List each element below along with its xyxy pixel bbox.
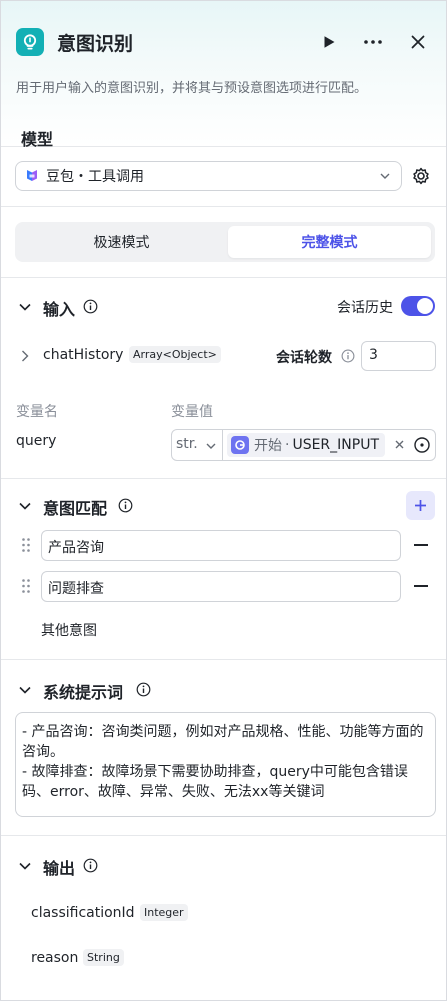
chevron-down-icon[interactable] bbox=[18, 499, 32, 513]
other-intent-label: 其他意图 bbox=[41, 623, 97, 639]
node-icon bbox=[16, 28, 44, 56]
panel-header: 意图识别 用于用户输入的意图识别，并将其与预设意图选项进行匹配。 bbox=[1, 1, 446, 147]
full-mode-tab[interactable]: 完整模式 bbox=[228, 226, 431, 258]
model-label: 豆包・工具调用 bbox=[46, 169, 144, 185]
model-section-title: 模型 bbox=[21, 130, 54, 149]
output-section-title: 输出 bbox=[43, 859, 76, 878]
chat-history-name: chatHistory bbox=[43, 347, 124, 363]
intent-input[interactable]: 产品咨询 bbox=[41, 530, 401, 561]
play-icon bbox=[324, 36, 335, 48]
intent-input[interactable]: 问题排查 bbox=[41, 571, 401, 602]
mode-toggle: 极速模式 完整模式 bbox=[15, 222, 435, 262]
add-intent-button[interactable] bbox=[406, 491, 435, 520]
info-icon[interactable] bbox=[118, 498, 133, 513]
intents-section-title: 意图匹配 bbox=[43, 499, 108, 518]
intent-value: 问题排查 bbox=[48, 581, 104, 597]
chevron-right-icon[interactable] bbox=[18, 349, 32, 363]
rounds-value: 3 bbox=[369, 347, 378, 363]
history-label: 会话历史 bbox=[337, 300, 393, 316]
chevron-down-icon[interactable] bbox=[18, 300, 32, 314]
run-button[interactable] bbox=[316, 29, 342, 55]
ref-source: 开始 bbox=[254, 438, 282, 454]
chevron-down-icon bbox=[380, 173, 390, 179]
intent-node-panel: 意图识别 用于用户输入的意图识别，并将其与预设意图选项进行匹配。 模型 豆包・工… bbox=[0, 0, 447, 1001]
drag-handle-icon[interactable] bbox=[21, 537, 31, 553]
divider bbox=[1, 659, 446, 660]
output-field-type-badge: Integer bbox=[140, 904, 188, 921]
history-switch[interactable] bbox=[401, 296, 435, 316]
info-icon[interactable] bbox=[83, 858, 98, 873]
remove-intent-button[interactable] bbox=[414, 544, 428, 546]
ref-var: USER_INPUT bbox=[292, 437, 380, 453]
var-name-header: 变量名 bbox=[16, 404, 58, 420]
remove-intent-button[interactable] bbox=[414, 585, 428, 587]
chevron-down-icon[interactable] bbox=[205, 440, 217, 452]
intent-value: 产品咨询 bbox=[48, 540, 104, 556]
prompt-line: - 故障排查：故障场景下需要协助排查，query中可能包含错误码、error、故… bbox=[22, 764, 408, 800]
more-button[interactable] bbox=[360, 29, 386, 55]
chat-history-type-badge: Array<Object> bbox=[129, 346, 221, 363]
divider bbox=[1, 478, 446, 479]
rounds-label: 会话轮数 bbox=[276, 350, 332, 366]
prompt-line: - 产品咨询：咨询类问题，例如对产品规格、性能、功能等方面的咨询。 bbox=[22, 724, 424, 760]
plus-icon bbox=[415, 500, 426, 511]
node-title[interactable]: 意图识别 bbox=[57, 29, 133, 56]
divider bbox=[1, 835, 446, 836]
node-description: 用于用户输入的意图识别，并将其与预设意图选项进行匹配。 bbox=[16, 81, 368, 96]
info-icon[interactable] bbox=[136, 682, 151, 697]
system-prompt-textarea[interactable]: - 产品咨询：咨询类问题，例如对产品规格、性能、功能等方面的咨询。 - 故障排查… bbox=[15, 712, 436, 817]
output-field-type-badge: String bbox=[83, 949, 124, 966]
variable-ref-tag[interactable]: 开始 · USER_INPUT bbox=[227, 433, 386, 457]
var-name: query bbox=[16, 433, 57, 449]
drag-handle-icon[interactable] bbox=[21, 578, 31, 594]
close-icon bbox=[411, 35, 425, 49]
rounds-input[interactable]: 3 bbox=[361, 341, 436, 371]
divider bbox=[222, 430, 223, 460]
info-icon[interactable] bbox=[341, 349, 355, 363]
chevron-down-icon[interactable] bbox=[18, 859, 32, 873]
more-icon bbox=[364, 40, 382, 44]
output-field-name: reason bbox=[31, 950, 79, 966]
info-icon[interactable] bbox=[83, 299, 98, 314]
var-value-header: 变量值 bbox=[171, 404, 213, 420]
close-icon[interactable] bbox=[395, 440, 404, 449]
close-button[interactable] bbox=[405, 29, 431, 55]
lightbulb-icon bbox=[23, 34, 37, 50]
model-logo-icon bbox=[27, 170, 37, 181]
output-field-name: classificationId bbox=[31, 905, 135, 921]
model-select[interactable]: 豆包・工具调用 bbox=[15, 161, 402, 191]
var-type-select[interactable]: str. bbox=[176, 436, 198, 452]
chevron-down-icon[interactable] bbox=[18, 683, 32, 697]
ref-separator: · bbox=[285, 437, 290, 453]
gear-icon[interactable] bbox=[411, 166, 431, 186]
system-prompt-section-title: 系统提示词 bbox=[43, 683, 124, 702]
fast-mode-tab[interactable]: 极速模式 bbox=[20, 226, 223, 258]
target-icon[interactable] bbox=[413, 436, 431, 454]
divider bbox=[1, 277, 446, 278]
divider bbox=[1, 206, 446, 207]
input-section-title: 输入 bbox=[43, 300, 76, 319]
start-node-icon bbox=[231, 436, 249, 454]
